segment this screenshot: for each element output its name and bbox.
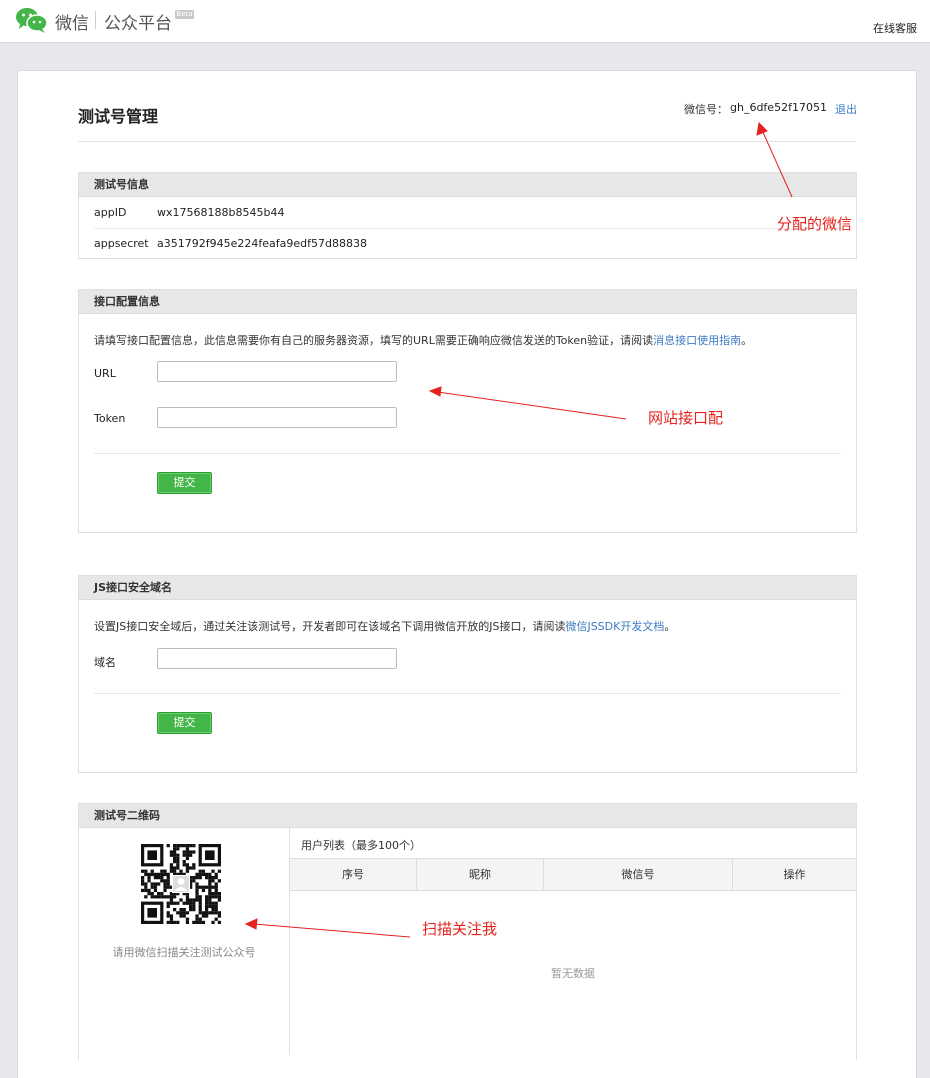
column-header-wechat-id: 微信号	[544, 859, 733, 890]
panel-heading: JS接口安全域名	[79, 576, 856, 600]
jssdk-docs-link[interactable]: 微信JSSDK开发文档	[565, 620, 664, 633]
token-label: Token	[94, 412, 126, 425]
logout-link[interactable]: 退出	[835, 101, 857, 117]
panel-heading: 接口配置信息	[79, 290, 856, 314]
js-domain-description: 设置JS接口安全域后，通过关注该测试号，开发者即可在该域名下调用微信开放的JS接…	[94, 618, 675, 634]
js-domain-submit-button[interactable]: 提交	[157, 712, 212, 734]
message-api-guide-link[interactable]: 消息接口使用指南	[653, 334, 741, 347]
interface-config-panel: 接口配置信息 请填写接口配置信息，此信息需要你有自己的服务器资源，填写的URL需…	[78, 289, 857, 533]
top-bar: 微信 公众平台 Beta 在线客服	[0, 0, 930, 43]
test-account-panel: 测试号信息 appID wx17568188b8545b44 appsecret…	[78, 172, 857, 259]
qrcode-image[interactable]	[141, 844, 221, 924]
domain-input[interactable]	[157, 648, 397, 669]
column-header-index: 序号	[290, 859, 417, 890]
appsecret-value: a351792f945e224feafa9edf57d88838	[157, 237, 367, 250]
title-divider	[78, 141, 856, 142]
appid-row: appID wx17568188b8545b44	[79, 197, 856, 227]
platform-name: 公众平台	[104, 14, 172, 34]
annotation-scan-follow: 扫描关注我	[422, 920, 498, 938]
domain-label: 域名	[94, 656, 116, 669]
online-support-link[interactable]: 在线客服	[873, 20, 917, 36]
description-end: 。	[664, 620, 676, 633]
page-title: 测试号管理	[78, 107, 159, 126]
token-input[interactable]	[157, 407, 397, 428]
appsecret-row: appsecret a351792f945e224feafa9edf57d888…	[79, 228, 856, 258]
form-divider	[94, 693, 841, 694]
empty-state: 暂无数据	[551, 967, 595, 980]
column-header-actions: 操作	[783, 868, 806, 881]
description-text: 请填写接口配置信息，此信息需要你有自己的服务器资源，填写的URL需要正确响应微信…	[94, 334, 654, 347]
interface-submit-button[interactable]: 提交	[157, 472, 212, 494]
panel-heading: 测试号信息	[79, 173, 856, 197]
qrcode-caption: 请用微信扫描关注测试公众号	[112, 946, 256, 959]
annotation-site-interface: 网站接口配	[648, 409, 724, 427]
column-header-nickname: 昵称	[417, 859, 544, 890]
beta-badge: Beta	[175, 10, 194, 19]
wechat-logo-icon	[16, 8, 48, 33]
appsecret-label: appsecret	[94, 237, 149, 250]
brand-name: 微信	[55, 14, 89, 34]
url-label: URL	[94, 367, 116, 380]
account-label: 微信号：	[684, 103, 728, 116]
logo-divider	[95, 11, 96, 29]
js-domain-panel: JS接口安全域名 设置JS接口安全域后，通过关注该测试号，开发者即可在该域名下调…	[78, 575, 857, 773]
user-list-header: 序号 昵称 微信号 操作	[290, 858, 856, 891]
form-divider	[94, 453, 841, 454]
appid-label: appID	[94, 206, 127, 219]
interface-config-description: 请填写接口配置信息，此信息需要你有自己的服务器资源，填写的URL需要正确响应微信…	[94, 332, 752, 348]
annotation-wechat-id: 分配的微信	[777, 215, 853, 233]
panel-heading: 测试号二维码	[79, 804, 856, 828]
appid-value: wx17568188b8545b44	[157, 206, 285, 219]
description-text: 设置JS接口安全域后，通过关注该测试号，开发者即可在该域名下调用微信开放的JS接…	[94, 620, 566, 633]
description-end: 。	[741, 334, 753, 347]
user-list-title: 用户列表（最多100个）	[301, 839, 421, 852]
account-id: gh_6dfe52f17051	[730, 101, 827, 114]
url-input[interactable]	[157, 361, 397, 382]
